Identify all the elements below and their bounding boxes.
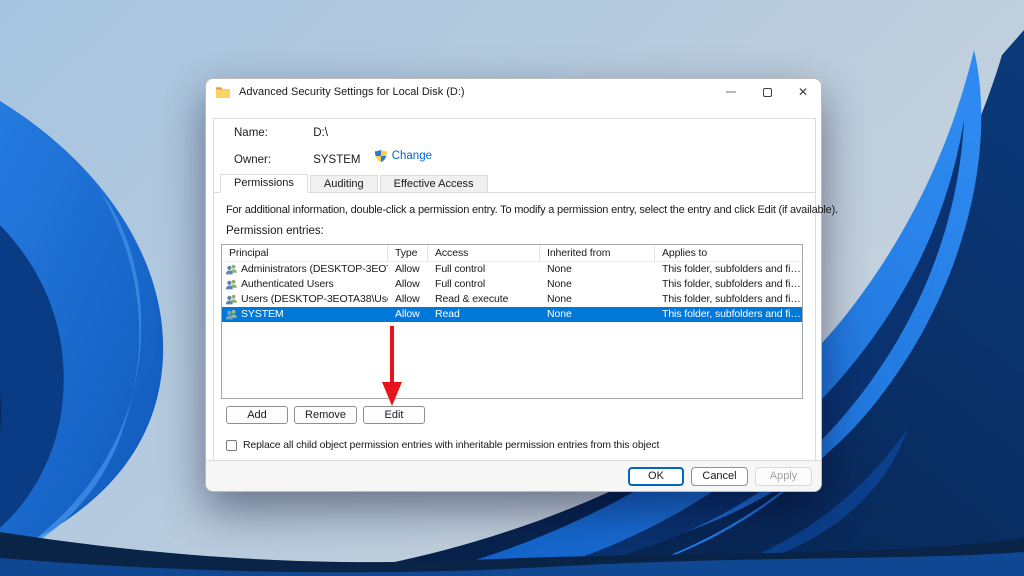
table-row-administrators[interactable]: Administrators (DESKTOP-3EOT... Allow Fu…	[222, 262, 802, 277]
column-header-type[interactable]: Type	[388, 245, 428, 262]
window-controls: ✕	[713, 79, 821, 105]
cell-access: Full control	[428, 262, 540, 277]
cell-type: Allow	[388, 262, 428, 277]
info-text: For additional information, double-click…	[226, 204, 807, 216]
users-icon	[225, 263, 238, 276]
advanced-security-settings-dialog: Advanced Security Settings for Local Dis…	[205, 78, 822, 492]
permission-entries-label: Permission entries:	[226, 225, 324, 237]
cell-type: Allow	[388, 292, 428, 307]
cell-inherited-from: None	[540, 277, 655, 292]
tab-strip: Permissions Auditing Effective Access	[214, 173, 815, 193]
cell-applies-to: This folder, subfolders and files	[655, 262, 802, 277]
remove-button[interactable]: Remove	[294, 406, 357, 424]
maximize-icon	[763, 88, 772, 97]
apply-button[interactable]: Apply	[755, 467, 812, 486]
column-header-access[interactable]: Access	[428, 245, 540, 262]
add-button[interactable]: Add	[226, 406, 288, 424]
name-row: Name: D:\	[234, 127, 328, 139]
title-bar: Advanced Security Settings for Local Dis…	[206, 79, 821, 105]
column-header-applies-to[interactable]: Applies to	[655, 245, 802, 262]
cell-type: Allow	[388, 277, 428, 292]
change-owner-link[interactable]: Change	[374, 149, 432, 163]
users-icon	[225, 308, 238, 321]
cell-access: Read & execute	[428, 292, 540, 307]
table-row-system-selected[interactable]: SYSTEM Allow Read None This folder, subf…	[222, 307, 802, 322]
cell-principal: Authenticated Users	[241, 277, 334, 292]
table-row-users[interactable]: Users (DESKTOP-3EOTA38\Users) Allow Read…	[222, 292, 802, 307]
permission-entries-table: Principal Type Access Inherited from App…	[221, 244, 803, 399]
cell-access: Read	[428, 307, 540, 322]
cell-applies-to: This folder, subfolders and files	[655, 307, 802, 322]
change-link-label: Change	[392, 150, 432, 162]
ok-button[interactable]: OK	[628, 467, 684, 486]
content-panel: Name: D:\ Owner: SYSTEM Change	[213, 118, 816, 462]
entry-action-buttons: Add Remove Edit	[226, 406, 425, 424]
replace-permissions-checkbox[interactable]	[226, 440, 237, 451]
window-title: Advanced Security Settings for Local Dis…	[239, 86, 465, 98]
cell-inherited-from: None	[540, 307, 655, 322]
close-icon: ✕	[798, 86, 808, 98]
tab-auditing[interactable]: Auditing	[310, 175, 378, 192]
column-header-principal[interactable]: Principal	[222, 245, 388, 262]
cell-inherited-from: None	[540, 262, 655, 277]
tab-permissions[interactable]: Permissions	[220, 174, 308, 193]
folder-icon	[215, 84, 231, 100]
users-icon	[225, 278, 238, 291]
tab-effective-access[interactable]: Effective Access	[380, 175, 488, 192]
cell-applies-to: This folder, subfolders and files	[655, 277, 802, 292]
cell-inherited-from: None	[540, 292, 655, 307]
minimize-button[interactable]	[713, 79, 749, 105]
dialog-footer: OK Cancel Apply	[206, 460, 821, 491]
column-header-inherited-from[interactable]: Inherited from	[540, 245, 655, 262]
owner-row: Owner: SYSTEM Change	[234, 149, 432, 166]
replace-permissions-row: Replace all child object permission entr…	[226, 439, 659, 451]
cancel-button[interactable]: Cancel	[691, 467, 748, 486]
table-header-row: Principal Type Access Inherited from App…	[222, 245, 802, 262]
owner-value: SYSTEM	[313, 154, 360, 166]
name-label: Name:	[234, 127, 310, 139]
cell-principal: Administrators (DESKTOP-3EOT...	[241, 262, 388, 277]
name-value: D:\	[313, 127, 328, 139]
users-icon	[225, 293, 238, 306]
cell-access: Full control	[428, 277, 540, 292]
uac-shield-icon	[374, 149, 388, 163]
owner-label: Owner:	[234, 154, 310, 166]
cell-applies-to: This folder, subfolders and files	[655, 292, 802, 307]
minimize-icon	[726, 91, 736, 93]
cell-principal: Users (DESKTOP-3EOTA38\Users)	[241, 292, 388, 307]
cell-type: Allow	[388, 307, 428, 322]
replace-permissions-label: Replace all child object permission entr…	[243, 439, 659, 451]
close-button[interactable]: ✕	[785, 79, 821, 105]
cell-principal: SYSTEM	[241, 307, 284, 322]
edit-button[interactable]: Edit	[363, 406, 425, 424]
table-row-authenticated-users[interactable]: Authenticated Users Allow Full control N…	[222, 277, 802, 292]
maximize-button[interactable]	[749, 79, 785, 105]
